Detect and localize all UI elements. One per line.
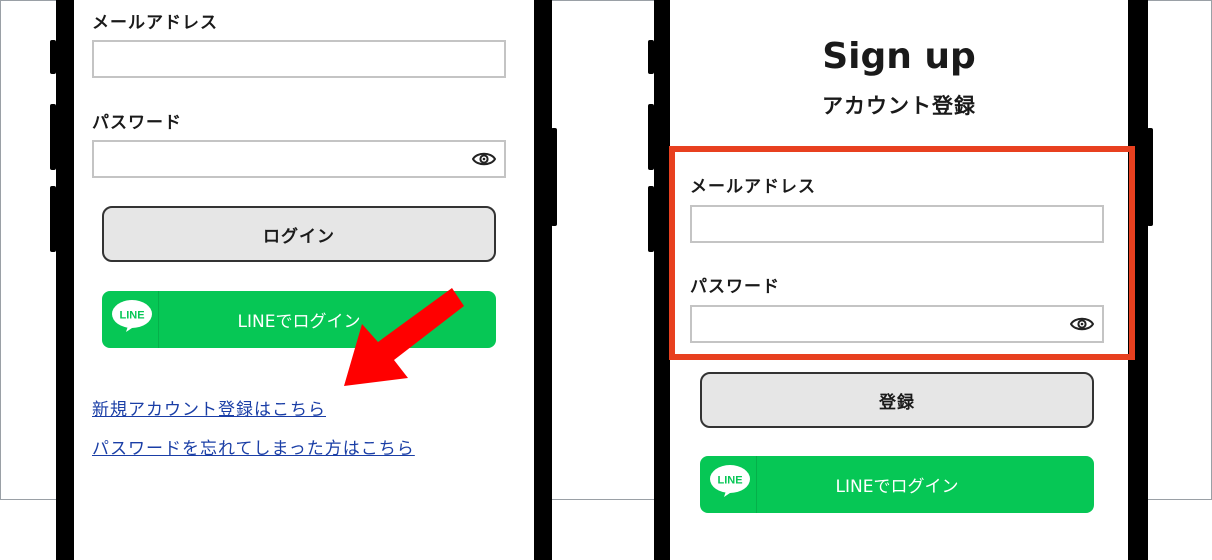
login-button[interactable]: ログイン: [102, 206, 496, 262]
highlight-box: [669, 146, 1135, 360]
password-label: パスワード: [92, 113, 182, 133]
login-screen: メールアドレス パスワード ログイン LINE LINEでログイン 新規アカウン…: [74, 0, 534, 560]
phone-right-power-button: [1147, 128, 1153, 226]
signup-link[interactable]: 新規アカウント登録はこちら: [92, 395, 326, 420]
password-field[interactable]: [92, 140, 506, 178]
forgot-password-link[interactable]: パスワードを忘れてしまった方はこちら: [92, 434, 415, 459]
login-button-label: ログイン: [263, 226, 335, 247]
eye-icon[interactable]: [472, 151, 496, 167]
phone-left-side-button: [50, 40, 56, 74]
page-title: Sign up: [822, 36, 976, 77]
phone-right-side-button: [648, 40, 654, 74]
page-subtitle: アカウント登録: [822, 94, 976, 118]
phone-left: メールアドレス パスワード ログイン LINE LINEでログイン 新規アカウン…: [56, 0, 552, 560]
email-field[interactable]: [92, 40, 506, 78]
line-login-button[interactable]: LINE LINEでログイン: [700, 456, 1094, 513]
line-login-label: LINEでログイン: [835, 477, 959, 497]
phone-left-side-button: [50, 186, 56, 252]
phone-left-side-button: [50, 104, 56, 170]
register-button-label: 登録: [879, 392, 915, 413]
phone-right-side-button: [648, 104, 654, 170]
register-button[interactable]: 登録: [700, 372, 1094, 428]
phone-right-side-button: [648, 186, 654, 252]
phone-left-power-button: [551, 128, 557, 226]
pointer-arrow: [344, 288, 464, 386]
email-label: メールアドレス: [92, 13, 218, 33]
